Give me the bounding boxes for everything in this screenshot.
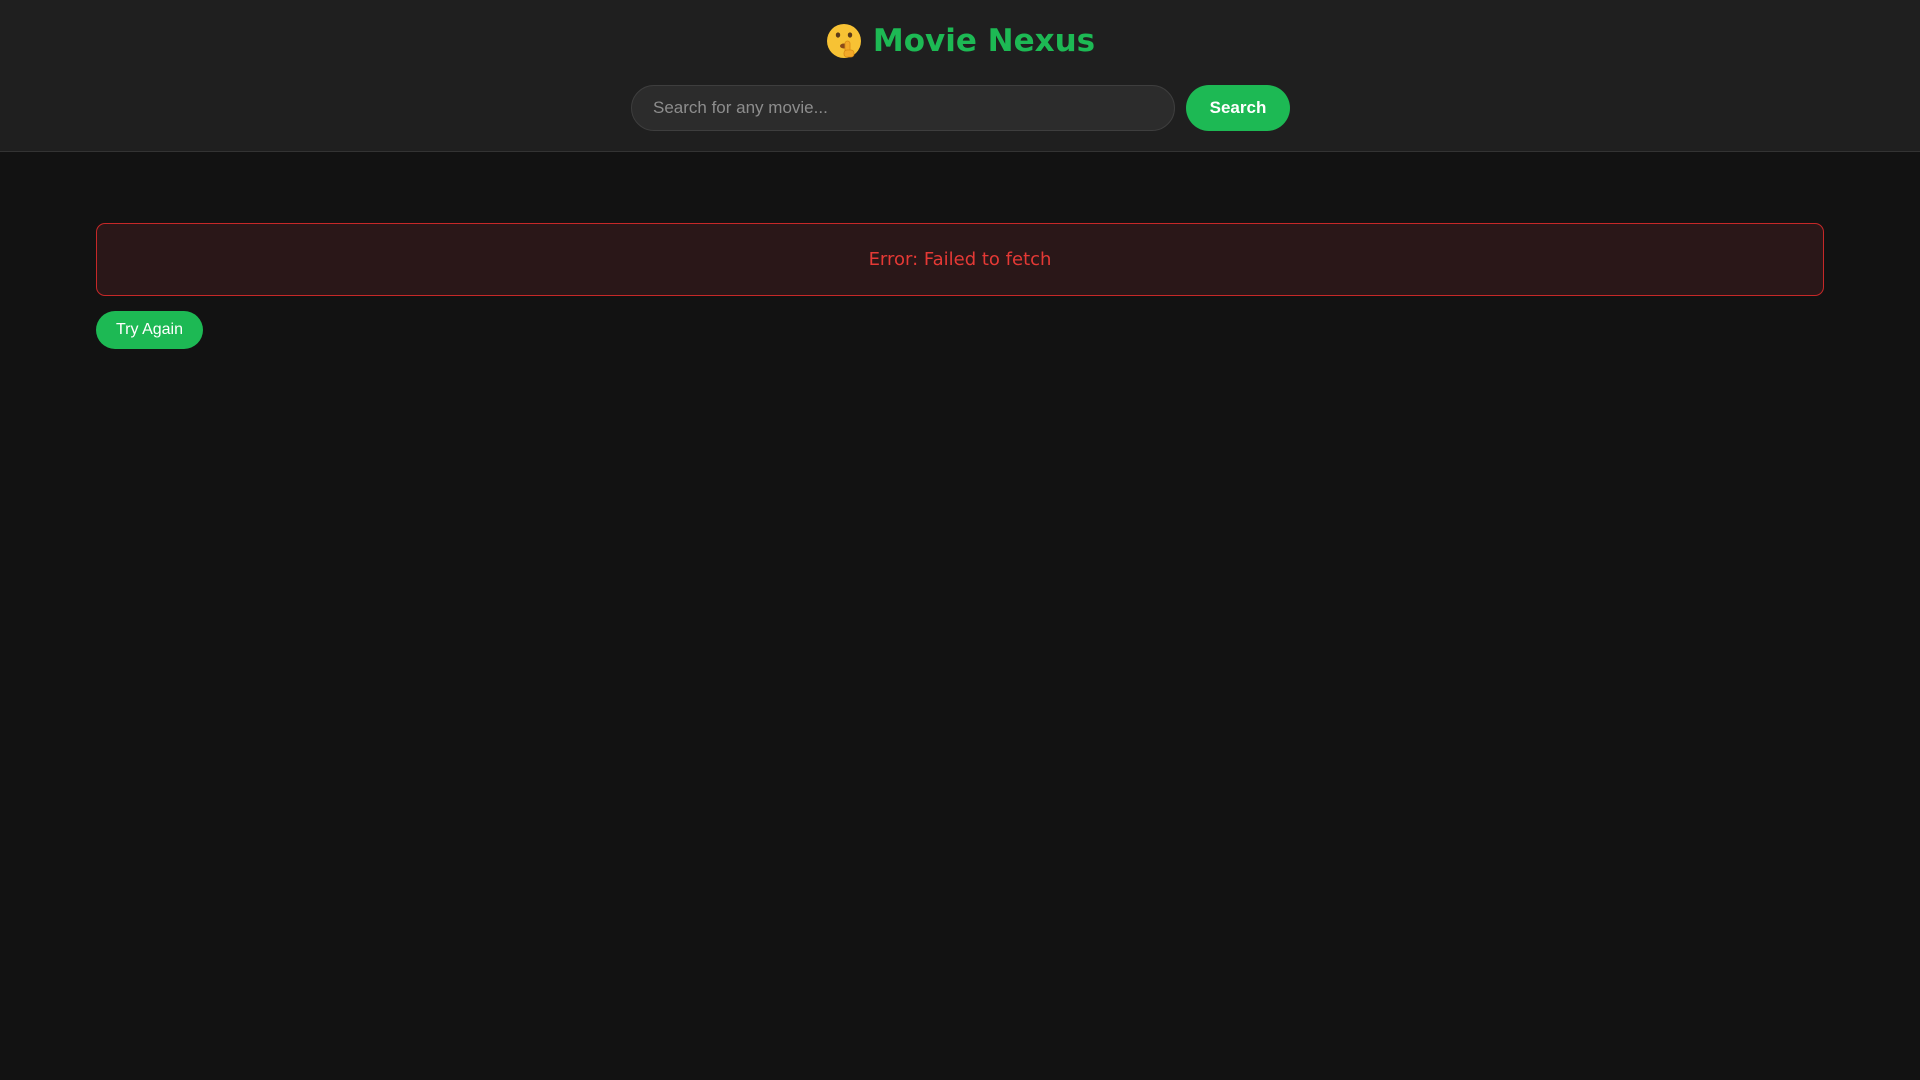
error-message-box: Error: Failed to fetch: [96, 223, 1824, 296]
app-title: Movie Nexus: [872, 23, 1096, 59]
error-message: Error: Failed to fetch: [868, 249, 1052, 270]
shushing-face-icon: [825, 22, 863, 60]
search-bar: Search: [631, 85, 1290, 131]
try-again-button[interactable]: Try Again: [96, 311, 203, 349]
app-header: Movie Nexus Search: [0, 0, 1920, 152]
brand: Movie Nexus: [0, 22, 1920, 60]
search-input[interactable]: [631, 85, 1175, 131]
search-button[interactable]: Search: [1186, 85, 1290, 131]
